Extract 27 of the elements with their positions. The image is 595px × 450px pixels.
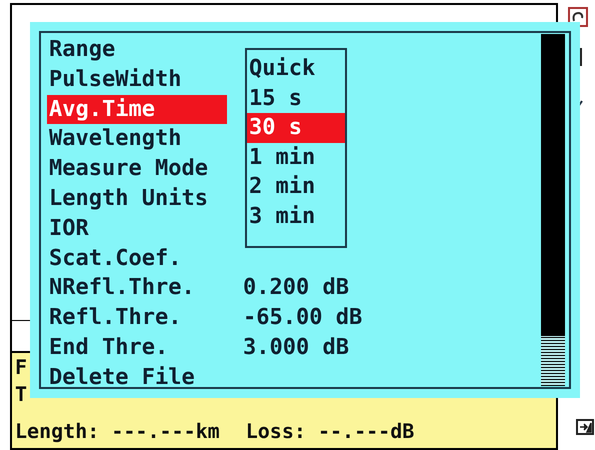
menu-item[interactable]: Range	[47, 35, 227, 65]
menu-item[interactable]: IOR	[47, 214, 227, 244]
menu-item[interactable]: Wavelength	[47, 124, 227, 154]
panel-text: T	[15, 381, 28, 408]
panel-text: F	[15, 354, 28, 381]
menu-item[interactable]: PulseWidth	[47, 64, 227, 95]
loss-readout: Loss: --.---dB	[246, 418, 414, 445]
dropdown-option[interactable]: 1 min	[247, 142, 345, 172]
menu-item[interactable]: Scat.Coef.	[47, 244, 227, 274]
menu-item[interactable]: Length Units	[47, 184, 227, 214]
setting-value: -65.00 dB	[243, 304, 362, 332]
toggle-icon[interactable]	[576, 419, 594, 435]
menu-item[interactable]: NRefl.Thre.	[47, 273, 227, 304]
dropdown-option[interactable]: Quick	[247, 54, 345, 84]
menu-item[interactable]: Avg.Time	[47, 94, 227, 124]
length-readout: Length: ---.---km	[15, 418, 220, 445]
setting-value: 0.200 dB	[243, 274, 349, 302]
menu-item[interactable]: Measure Mode	[47, 154, 227, 184]
setting-value: 3.000 dB	[243, 334, 349, 362]
dropdown-option[interactable]: 30 s	[247, 113, 345, 142]
scrollbar[interactable]	[541, 34, 565, 386]
menu-item[interactable]: End Thre.	[47, 332, 227, 363]
menu-item[interactable]: Refl.Thre.	[47, 303, 227, 333]
dropdown-option[interactable]: 2 min	[247, 172, 345, 202]
dropdown-option[interactable]: 15 s	[247, 84, 345, 113]
menu-item[interactable]: Delete File	[47, 362, 227, 393]
dropdown-option[interactable]: 3 min	[247, 202, 345, 231]
